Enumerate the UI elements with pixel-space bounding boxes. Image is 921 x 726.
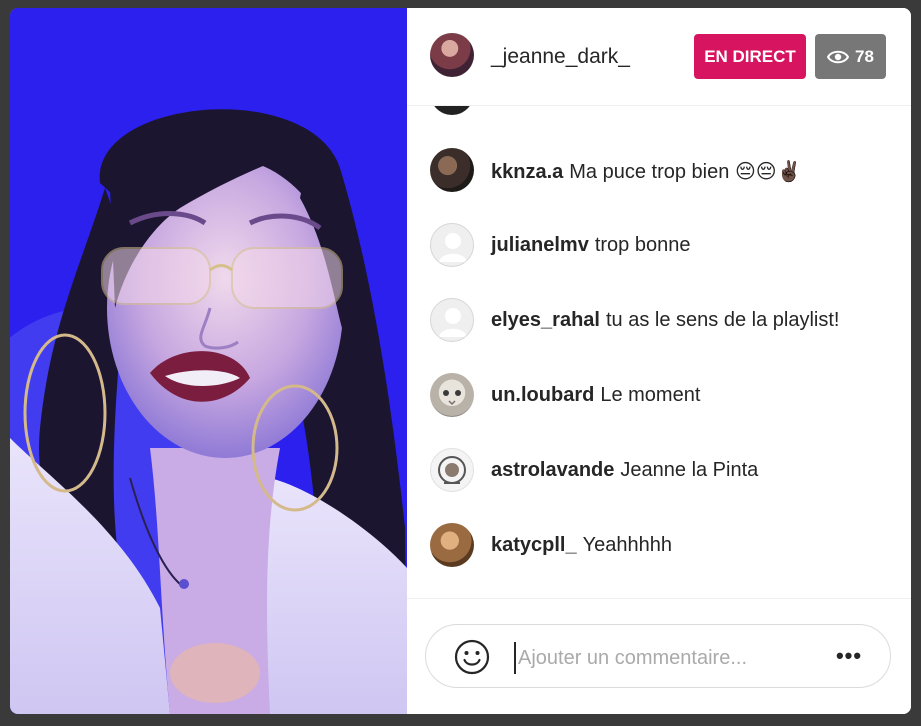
avatar[interactable] bbox=[430, 523, 474, 567]
avatar[interactable] bbox=[430, 373, 474, 417]
comment-composer: ••• bbox=[407, 598, 911, 714]
avatar[interactable] bbox=[430, 148, 474, 192]
viewer-count-badge[interactable]: 78 bbox=[815, 34, 886, 79]
comment-input[interactable] bbox=[514, 642, 820, 674]
more-options-icon[interactable]: ••• bbox=[834, 644, 864, 668]
list-item: kknza.a Ma puce trop bien 😔😔✌🏿 bbox=[407, 148, 911, 223]
comment-username[interactable]: astrolavande bbox=[491, 459, 614, 481]
live-stream-window: _jeanne_dark_ EN DIRECT 78 kknza.a Ma pu… bbox=[10, 8, 911, 714]
comment-username[interactable]: un.loubard bbox=[491, 384, 594, 406]
viewer-count: 78 bbox=[855, 46, 874, 66]
list-item: katycpll_ Yeahhhhh bbox=[407, 523, 911, 598]
default-avatar-icon[interactable] bbox=[430, 223, 474, 267]
eye-icon bbox=[827, 49, 850, 65]
host-avatar[interactable] bbox=[430, 33, 474, 77]
comment-text: Yeahhhhh bbox=[582, 534, 672, 556]
list-item: astrolavande Jeanne la Pinta bbox=[407, 448, 911, 523]
comment-username[interactable]: julianelmv bbox=[491, 234, 589, 256]
default-avatar-icon[interactable] bbox=[430, 298, 474, 342]
live-side-panel: _jeanne_dark_ EN DIRECT 78 kknza.a Ma pu… bbox=[407, 8, 911, 714]
list-item: elyes_rahal tu as le sens de la playlist! bbox=[407, 298, 911, 373]
comment-username[interactable]: elyes_rahal bbox=[491, 309, 600, 331]
comment-text: Le moment bbox=[600, 384, 701, 406]
smiley-icon[interactable] bbox=[454, 639, 490, 675]
comments-list[interactable]: kknza.a Ma puce trop bien 😔😔✌🏿 julianelmv… bbox=[407, 73, 911, 598]
avatar[interactable] bbox=[430, 448, 474, 492]
comment-text: trop bonne bbox=[594, 234, 691, 256]
comment-emoji: 😔😔✌🏿 bbox=[734, 161, 802, 183]
comment-username[interactable]: katycpll_ bbox=[491, 534, 577, 556]
video-frame-illustration bbox=[10, 8, 407, 714]
comment-text: tu as le sens de la playlist! bbox=[605, 309, 840, 331]
comment-username[interactable]: kknza.a bbox=[491, 161, 563, 183]
live-video[interactable] bbox=[10, 8, 407, 714]
comment-text: Jeanne la Pinta bbox=[620, 459, 759, 481]
list-item: julianelmv trop bonne bbox=[407, 223, 911, 298]
host-username[interactable]: _jeanne_dark_ bbox=[491, 45, 630, 69]
live-badge: EN DIRECT bbox=[694, 34, 806, 79]
live-header: _jeanne_dark_ EN DIRECT 78 bbox=[407, 8, 911, 106]
list-item: un.loubard Le moment bbox=[407, 373, 911, 448]
comment-input-box[interactable]: ••• bbox=[425, 624, 891, 688]
comment-text: Ma puce trop bien bbox=[569, 161, 730, 183]
